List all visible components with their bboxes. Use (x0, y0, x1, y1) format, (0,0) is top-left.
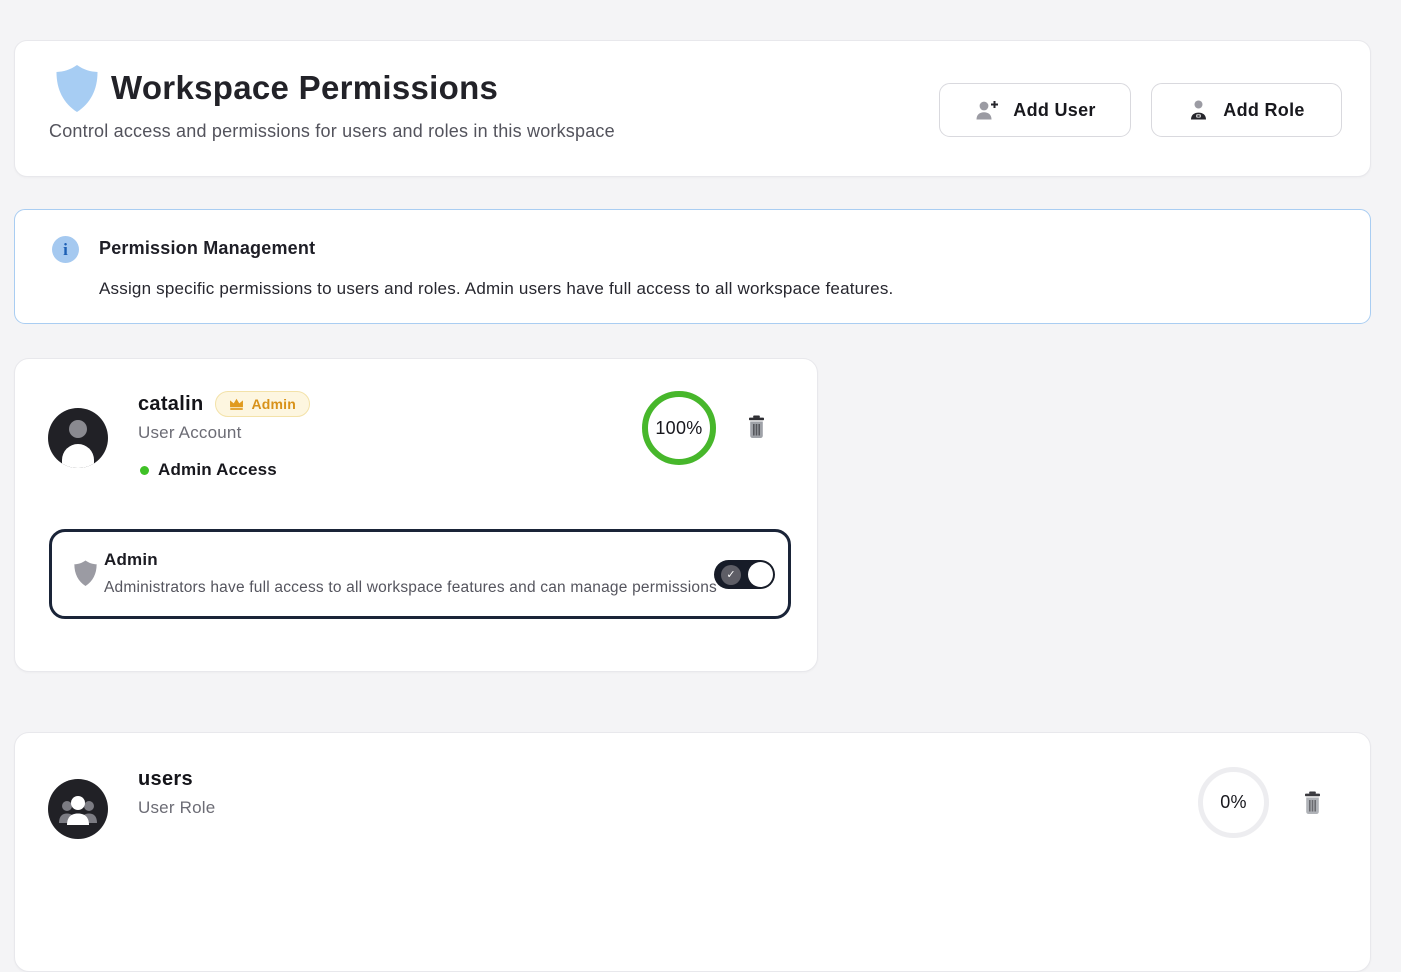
status-dot (140, 466, 149, 475)
trash-icon (1302, 791, 1323, 815)
toggle-check-icon: ✓ (721, 565, 741, 585)
users-group-icon (48, 779, 108, 839)
user-type: User Account (138, 423, 242, 443)
delete-role-button[interactable] (1302, 791, 1323, 815)
role-progress-value: 0% (1220, 792, 1247, 813)
user-name: catalin (138, 393, 203, 416)
crown-icon (229, 398, 244, 410)
shield-icon (73, 559, 98, 588)
header-card: Workspace Permissions Control access and… (14, 40, 1371, 177)
trash-icon (746, 415, 767, 439)
access-status-label: Admin Access (158, 460, 277, 480)
info-icon: i (52, 236, 79, 263)
add-user-label: Add User (1013, 100, 1095, 121)
person-role-icon (1188, 99, 1209, 122)
delete-user-button[interactable] (746, 415, 767, 439)
role-avatar (48, 779, 108, 839)
add-role-button[interactable]: Add Role (1151, 83, 1342, 137)
role-progress-ring: 0% (1198, 767, 1269, 838)
add-role-label: Add Role (1223, 100, 1304, 121)
toggle-knob (748, 562, 773, 587)
progress-ring: 100% (642, 391, 716, 465)
page-subtitle: Control access and permissions for users… (49, 121, 615, 142)
role-card: users User Role 0% (14, 732, 1371, 972)
permission-description: Administrators have full access to all w… (104, 579, 717, 597)
avatar-person-icon (69, 420, 87, 438)
page-title: Workspace Permissions (111, 69, 498, 107)
role-type: User Role (138, 798, 215, 818)
role-name: users (138, 768, 193, 791)
permission-name: Admin (104, 550, 158, 570)
access-status: Admin Access (140, 460, 277, 480)
add-user-button[interactable]: Add User (939, 83, 1131, 137)
admin-permission-toggle[interactable]: ✓ (714, 560, 775, 589)
permission-row-admin: Admin Administrators have full access to… (49, 529, 791, 619)
progress-value: 100% (655, 418, 702, 439)
user-plus-icon (974, 99, 999, 122)
info-banner: i Permission Management Assign specific … (14, 209, 1371, 324)
user-avatar (48, 408, 108, 468)
user-card: catalin Admin User Account Admin Access … (14, 358, 818, 672)
shield-icon (54, 64, 100, 114)
info-banner-title: Permission Management (99, 238, 315, 259)
admin-badge: Admin (215, 391, 310, 417)
info-banner-description: Assign specific permissions to users and… (99, 279, 893, 299)
admin-badge-label: Admin (251, 396, 296, 412)
